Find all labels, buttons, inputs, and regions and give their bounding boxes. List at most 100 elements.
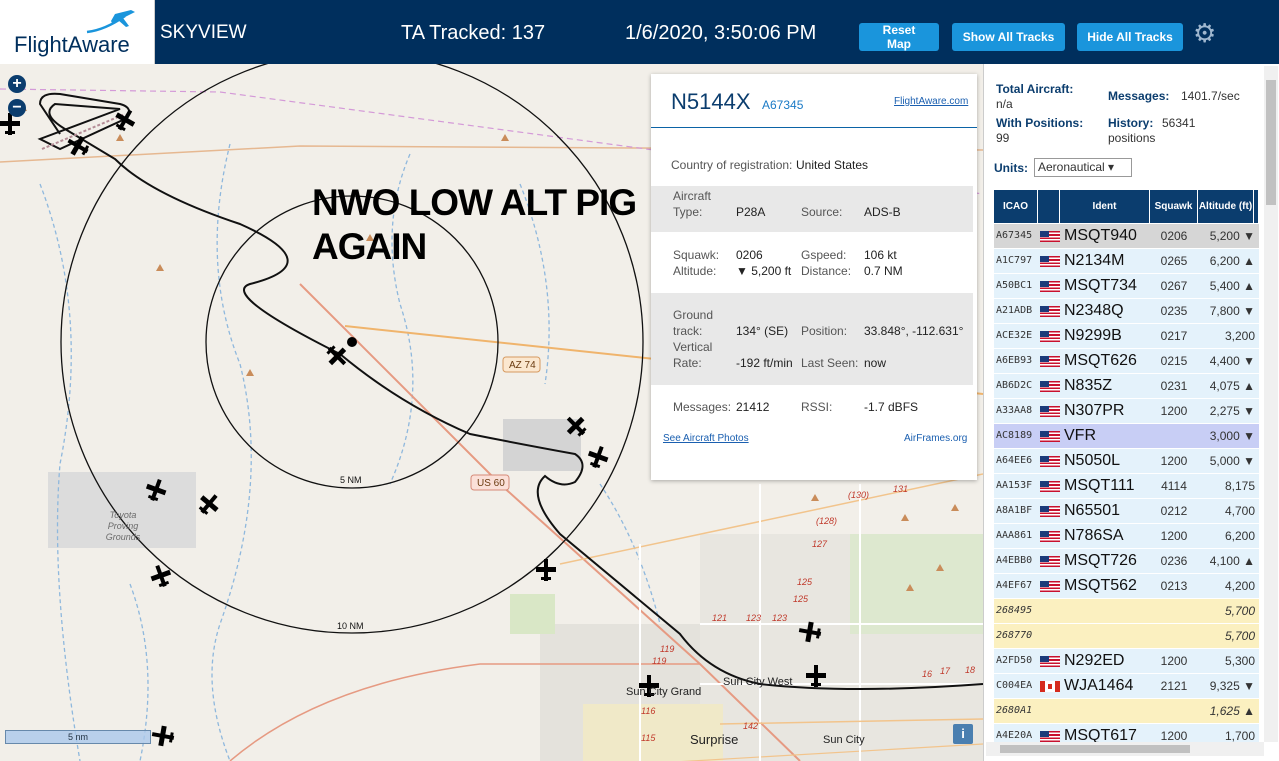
messages-label: Messages: <box>1108 89 1170 103</box>
table-row[interactable]: AAA861 N786SA 1200 6,200 <box>994 524 1259 549</box>
table-row[interactable]: A33AA8 N307PR 1200 2,275 ▼ <box>994 399 1259 424</box>
table-row[interactable]: ACE32E N9299B 0217 3,200 <box>994 324 1259 349</box>
table-row[interactable]: A67345 MSQT940 0206 5,200 ▼ <box>994 224 1259 249</box>
flightaware-link[interactable]: FlightAware.com <box>894 96 968 107</box>
column-header-extra[interactable] <box>1254 190 1259 223</box>
top-bar: FlightAware SKYVIEW TA Tracked: 137 1/6/… <box>0 0 1279 64</box>
aircraft-icon <box>150 564 172 588</box>
popup-registration: N5144X <box>671 89 751 114</box>
route-number: (130) <box>848 490 869 500</box>
flag-canton <box>1040 656 1049 662</box>
route-number: (128) <box>816 516 837 526</box>
icao-cell: AC8189 <box>996 430 1033 441</box>
table-row[interactable]: A21ADB N2348Q 0235 7,800 ▼ <box>994 299 1259 324</box>
icao-cell: A50BC1 <box>996 280 1033 291</box>
gear-icon[interactable]: ⚙ <box>1193 20 1216 46</box>
place-label-sun-city: Sun City <box>823 734 865 746</box>
selected-aircraft-dot[interactable] <box>347 337 357 347</box>
total-aircraft-label: Total Aircraft: <box>996 82 1074 96</box>
table-row[interactable]: A6EB93 MSQT626 0215 4,400 ▼ <box>994 349 1259 374</box>
altitude-cell: 5,700 <box>1224 604 1255 618</box>
aircraft-type-label: Type: <box>673 205 703 219</box>
altitude-cell: 5,300 <box>1224 654 1255 668</box>
horizontal-scrollbar[interactable] <box>986 742 1264 756</box>
airframes-link[interactable]: AirFrames.org <box>904 433 967 444</box>
place-label: Grounds <box>106 532 141 542</box>
table-row[interactable]: A4EBB0 MSQT726 0236 4,100 ▲ <box>994 549 1259 574</box>
us-flag-icon <box>1040 456 1060 467</box>
flag-canton <box>1040 431 1049 437</box>
table-row[interactable]: A2FD50 N292ED 1200 5,300 <box>994 649 1259 674</box>
ident-cell: MSQT626 <box>1064 352 1137 369</box>
last-seen-label: Last Seen: <box>801 356 859 370</box>
history-label: History: <box>1108 116 1154 130</box>
table-row[interactable]: A50BC1 MSQT734 0267 5,400 ▲ <box>994 274 1259 299</box>
table-row[interactable]: AC8189 VFR 3,000 ▼ <box>994 424 1259 449</box>
us-flag-icon <box>1040 581 1060 592</box>
us-flag-icon <box>1040 306 1060 317</box>
scrollbar-thumb[interactable] <box>1266 80 1276 205</box>
table-row[interactable]: 268495 5,700 <box>994 599 1259 624</box>
icao-cell: A21ADB <box>996 305 1033 316</box>
route-number: 125 <box>797 577 813 587</box>
altitude-cell: 9,325 ▼ <box>1209 679 1255 693</box>
altitude-cell: 7,800 ▼ <box>1209 304 1255 318</box>
zoom-in-button[interactable]: + <box>8 75 26 93</box>
units-select[interactable]: Aeronautical ▾ <box>1034 158 1132 177</box>
column-header-ident[interactable]: Ident <box>1060 190 1150 223</box>
squawk-cell: 0206 <box>1160 229 1188 243</box>
ident-cell: MSQT734 <box>1064 277 1137 294</box>
table-row[interactable]: A64EE6 N5050L 1200 5,000 ▼ <box>994 449 1259 474</box>
squawk-cell: 0215 <box>1160 354 1188 368</box>
annotation-line: NWO LOW ALT PIG <box>312 182 637 223</box>
icao-cell: C004EA <box>996 680 1033 691</box>
table-row[interactable]: 268770 5,700 <box>994 624 1259 649</box>
table-row[interactable]: C004EA WJA1464 2121 9,325 ▼ <box>994 674 1259 699</box>
popup-icao-link[interactable]: A67345 <box>762 98 803 112</box>
annotation-text: NWO LOW ALT PIG AGAIN <box>312 181 637 269</box>
flag-canton <box>1040 281 1049 287</box>
flag-canton <box>1040 381 1049 387</box>
table-row[interactable]: A8A1BF N65501 0212 4,700 <box>994 499 1259 524</box>
squawk-cell <box>1150 624 1198 648</box>
squawk-cell: 1200 <box>1160 404 1188 418</box>
route-number: 17 <box>940 666 951 676</box>
info-icon[interactable]: i <box>953 724 973 744</box>
ident-cell: WJA1464 <box>1064 677 1134 694</box>
ground-track-value: 134° (SE) <box>736 324 789 338</box>
column-header-icao[interactable]: ICAO <box>994 190 1038 223</box>
show-all-tracks-button[interactable]: Show All Tracks <box>952 23 1065 51</box>
altitude-cell: 3,000 ▼ <box>1209 429 1255 443</box>
ident-cell: MSQT940 <box>1064 227 1137 244</box>
rssi-value: -1.7 dBFS <box>864 400 919 414</box>
column-header-squawk[interactable]: Squawk <box>1150 190 1198 223</box>
zoom-out-button[interactable]: − <box>8 99 26 117</box>
icao-cell: A4EBB0 <box>996 555 1033 566</box>
route-number: 116 <box>641 706 655 716</box>
flag-canton <box>1040 331 1049 337</box>
table-row[interactable]: 2680A1 1,625 ▲ <box>994 699 1259 724</box>
source-value: ADS-B <box>864 205 901 219</box>
table-row[interactable]: AB6D2C N835Z 0231 4,075 ▲ <box>994 374 1259 399</box>
altitude-cell: 5,700 <box>1224 629 1255 643</box>
squawk-cell: 0231 <box>1160 379 1188 393</box>
popup-track-row: Ground track: 134° (SE) Position: 33.848… <box>651 293 973 385</box>
table-row[interactable]: A1C797 N2134M 0265 6,200 ▲ <box>994 249 1259 274</box>
altitude-cell: 4,100 ▲ <box>1209 554 1255 568</box>
us-flag-icon <box>1040 256 1060 267</box>
reset-map-button[interactable]: Reset Map <box>859 23 939 51</box>
vertical-scrollbar[interactable] <box>1264 66 1278 742</box>
table-row[interactable]: AA153F MSQT111 4114 8,175 <box>994 474 1259 499</box>
see-aircraft-photos-link[interactable]: See Aircraft Photos <box>663 433 749 444</box>
table-row[interactable]: A4EF67 MSQT562 0213 4,200 <box>994 574 1259 599</box>
squawk-label: Squawk: <box>673 248 720 262</box>
flightaware-logo[interactable]: FlightAware <box>0 0 155 64</box>
scrollbar-thumb[interactable] <box>1000 745 1190 753</box>
canada-flag-icon <box>1040 681 1060 692</box>
hide-all-tracks-button[interactable]: Hide All Tracks <box>1077 23 1183 51</box>
ident-cell: N65501 <box>1064 502 1121 519</box>
column-header-flag[interactable] <box>1038 190 1060 223</box>
route-number: 119 <box>652 656 666 666</box>
maple-leaf <box>1048 684 1052 689</box>
column-header-altitude[interactable]: Altitude (ft) <box>1198 190 1254 223</box>
